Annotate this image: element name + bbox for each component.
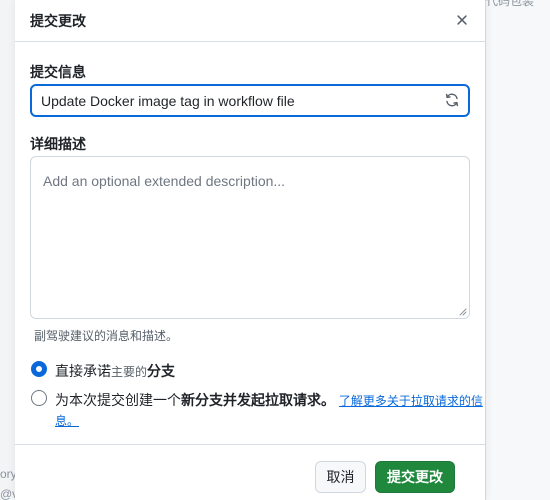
learn-more-link-continued[interactable]: 息。 xyxy=(55,412,79,429)
option-new-branch-prefix: 为本次提交创建一个 xyxy=(55,392,181,408)
copilot-note: 副驾驶建议的消息和描述。 xyxy=(34,329,179,343)
cancel-button[interactable]: 取消 xyxy=(315,461,366,493)
background-left xyxy=(0,0,15,500)
commit-changes-button[interactable]: 提交更改 xyxy=(375,461,455,493)
option-new-branch-label[interactable]: 为本次提交创建一个新分支并发起拉取请求。 了解更多关于拉取请求的信 xyxy=(55,390,483,410)
resize-handle-icon[interactable] xyxy=(459,308,467,316)
close-button[interactable] xyxy=(451,9,473,31)
summary-label: 提交信息 xyxy=(30,64,86,80)
background-right xyxy=(486,0,550,500)
description-placeholder: Add an optional extended description... xyxy=(43,173,286,189)
option-direct-prefix: 直接承诺 xyxy=(55,363,111,379)
close-icon xyxy=(457,15,467,25)
dialog-title: 提交更改 xyxy=(30,13,86,29)
description-label: 详细描述 xyxy=(30,136,86,152)
radio-new-branch[interactable] xyxy=(31,390,47,406)
commit-summary-input[interactable]: Update Docker image tag in workflow file xyxy=(30,84,470,117)
commit-dialog: 提交更改 提交信息 Update Docker image tag in wor… xyxy=(15,0,486,500)
refresh-icon[interactable] xyxy=(444,92,460,108)
learn-more-link[interactable]: 了解更多关于拉取请求的信 xyxy=(339,394,483,408)
background-top-right-text: 代码包装 xyxy=(486,0,535,8)
commit-summary-value: Update Docker image tag in workflow file xyxy=(41,93,295,109)
option-direct-suffix: 分支 xyxy=(147,363,176,379)
dialog-header: 提交更改 xyxy=(15,0,485,42)
option-new-branch-bold: 新分支并发起拉取请求。 xyxy=(181,392,335,408)
extended-description-textarea[interactable]: Add an optional extended description... xyxy=(30,156,470,319)
radio-commit-directly[interactable] xyxy=(31,361,47,377)
option-direct-branch: 主要的 xyxy=(111,365,148,379)
option-commit-directly-label[interactable]: 直接承诺主要的分支 xyxy=(55,361,175,381)
